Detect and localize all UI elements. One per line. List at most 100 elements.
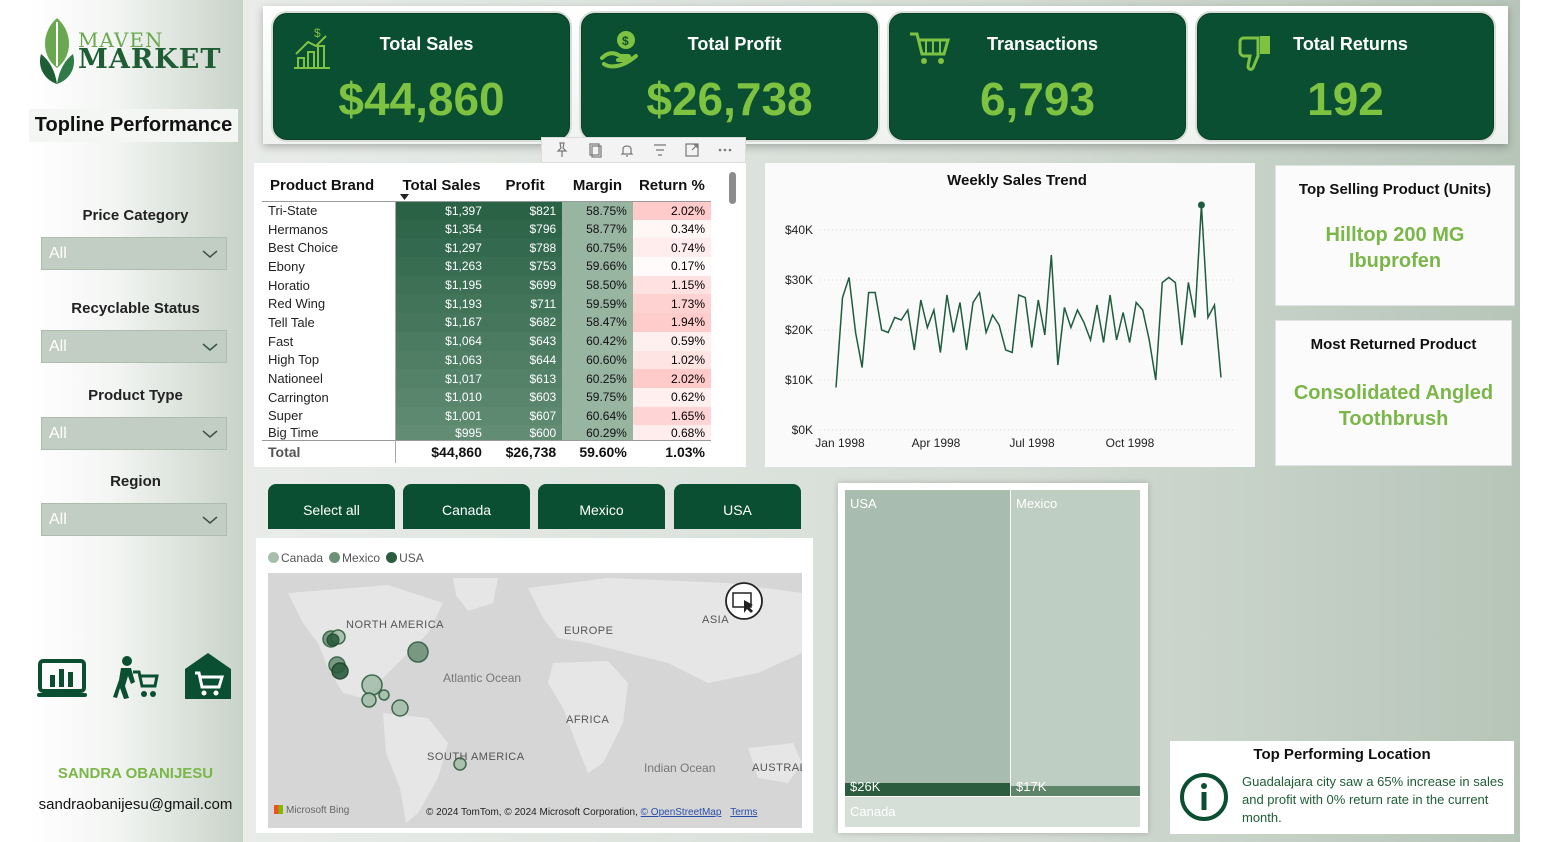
more-options-icon[interactable] bbox=[717, 142, 733, 158]
focus-mode-icon[interactable] bbox=[684, 142, 700, 158]
legend-item-usa[interactable]: USA bbox=[386, 551, 424, 565]
cell-profit: $603 bbox=[487, 387, 563, 407]
table-row[interactable]: Best Choice $1,297 $788 60.75% 0.74% bbox=[262, 238, 711, 258]
cell-return-pct: 1.73% bbox=[632, 294, 711, 314]
cell-brand: Horatio bbox=[262, 275, 396, 295]
cell-total-sales: $1,354 bbox=[395, 219, 488, 239]
y-tick-label: $0K bbox=[792, 423, 813, 437]
cell-brand: Super bbox=[262, 406, 396, 426]
y-tick-label: $10K bbox=[785, 373, 813, 387]
cell-return-pct: 0.17% bbox=[632, 257, 711, 276]
cell-return-pct: 2.02% bbox=[632, 369, 711, 388]
table-row[interactable]: High Top $1,063 $644 60.60% 1.02% bbox=[262, 350, 711, 370]
cell-margin: 58.75% bbox=[562, 201, 633, 220]
table-row[interactable]: Tell Tale $1,167 $682 58.47% 1.94% bbox=[262, 313, 711, 332]
table-row[interactable]: Horatio $1,195 $699 58.50% 1.15% bbox=[262, 275, 711, 295]
world-map[interactable]: NORTH AMERICA EUROPE ASIA AFRICA SOUTH A… bbox=[268, 573, 802, 828]
kpi-card-total-profit: $ Total Profit $26,738 bbox=[581, 13, 878, 140]
region-button-select-all[interactable]: Select all bbox=[268, 484, 395, 529]
cell-return-pct: 0.68% bbox=[632, 425, 711, 441]
lasso-select-icon[interactable] bbox=[724, 581, 764, 621]
table-row[interactable]: Fast $1,064 $643 60.42% 0.59% bbox=[262, 331, 711, 351]
map-label-australia: AUSTRAL bbox=[752, 762, 802, 774]
product-type-dropdown[interactable]: All bbox=[41, 417, 227, 450]
cell-total-sales: $1,195 bbox=[395, 275, 488, 295]
weekly-sales-trend-chart: $0K $10K $20K $30K $40K Jan 1998 Apr 1998 Jul 1… bbox=[785, 201, 1235, 450]
cell-brand: Best Choice bbox=[262, 238, 396, 258]
sort-descending-icon bbox=[400, 193, 410, 200]
map-label-asia: ASIA bbox=[702, 614, 730, 626]
kpi-title: Total Returns bbox=[1293, 34, 1408, 54]
dropdown-value: All bbox=[49, 244, 67, 262]
dropdown-value: All bbox=[49, 424, 67, 442]
info-icon bbox=[1180, 773, 1228, 821]
region-button-canada[interactable]: Canada bbox=[403, 484, 530, 529]
peak-marker[interactable] bbox=[1197, 201, 1205, 209]
table-row[interactable]: Super $1,001 $607 60.64% 1.65% bbox=[262, 406, 711, 426]
pin-icon[interactable] bbox=[554, 142, 570, 158]
cell-total-sales: $1,017 bbox=[395, 369, 488, 388]
map-credit: © 2024 TomTom, © 2024 Microsoft Corporat… bbox=[426, 807, 757, 818]
cell-brand: Nationeel bbox=[262, 369, 396, 388]
treemap-tile-usa[interactable] bbox=[845, 490, 1010, 796]
terms-link[interactable]: Terms bbox=[730, 807, 757, 818]
cell-brand: Ebony bbox=[262, 257, 396, 276]
region-dropdown[interactable]: All bbox=[41, 503, 227, 536]
map-label-atlantic-ocean: Atlantic Ocean bbox=[443, 671, 522, 685]
kpi-value: $26,738 bbox=[646, 73, 813, 125]
top-performing-location-card: Top Performing Location Guadalajara city… bbox=[1170, 741, 1514, 834]
filter-icon[interactable] bbox=[652, 142, 668, 158]
table-row[interactable]: Red Wing $1,193 $711 59.59% 1.73% bbox=[262, 294, 711, 314]
kpi-title: Total Sales bbox=[379, 34, 474, 54]
column-header-return-pct[interactable]: Return % bbox=[632, 171, 711, 202]
price-category-dropdown[interactable]: All bbox=[41, 237, 227, 270]
openstreetmap-link[interactable]: © OpenStreetMap bbox=[641, 807, 722, 818]
table-row[interactable]: Big Time $995 $600 60.29% 0.68% bbox=[262, 425, 711, 441]
cell-margin: 60.64% bbox=[562, 406, 633, 426]
cell-profit: $644 bbox=[487, 350, 563, 370]
kpi-title: Total Profit bbox=[687, 34, 782, 54]
column-header-total-sales[interactable]: Total Sales bbox=[395, 171, 488, 202]
cell-profit: $682 bbox=[487, 313, 563, 332]
cell-profit: $600 bbox=[487, 425, 563, 441]
treemap-label-mexico: Mexico bbox=[1016, 496, 1058, 511]
treemap-tile-mexico[interactable] bbox=[1011, 490, 1140, 796]
legend-item-canada[interactable]: Canada bbox=[268, 551, 323, 565]
cell-return-pct: 0.59% bbox=[632, 331, 711, 351]
column-header-label: Total Sales bbox=[402, 177, 481, 195]
microsoft-logo-icon bbox=[274, 805, 283, 814]
cell-brand: Fast bbox=[262, 331, 396, 351]
column-header-profit[interactable]: Profit bbox=[487, 171, 563, 202]
table-scrollbar[interactable] bbox=[729, 172, 736, 204]
cell-profit: $699 bbox=[487, 275, 563, 295]
y-tick-label: $40K bbox=[785, 223, 813, 237]
total-value: 59.60% bbox=[562, 440, 633, 463]
table-row[interactable]: Carrington $1,010 $603 59.75% 0.62% bbox=[262, 387, 711, 407]
region-button-mexico[interactable]: Mexico bbox=[538, 484, 665, 529]
treemap-value-usa: $26K bbox=[850, 779, 881, 794]
copy-icon[interactable] bbox=[587, 142, 603, 158]
region-button-usa[interactable]: USA bbox=[674, 484, 801, 529]
table-row[interactable]: Tri-State $1,397 $821 58.75% 2.02% bbox=[262, 201, 711, 220]
table-row[interactable]: Hermanos $1,354 $796 58.77% 0.34% bbox=[262, 219, 711, 239]
bell-icon[interactable] bbox=[619, 142, 635, 158]
cell-profit: $643 bbox=[487, 331, 563, 351]
cell-profit: $753 bbox=[487, 257, 563, 276]
table-row[interactable]: Ebony $1,263 $753 59.66% 0.17% bbox=[262, 257, 711, 276]
recyclable-status-dropdown[interactable]: All bbox=[41, 330, 227, 363]
bar-chart-icon[interactable] bbox=[37, 658, 87, 700]
filter-label-recyclable-status: Recyclable Status bbox=[71, 300, 200, 317]
table-row[interactable]: Nationeel $1,017 $613 60.25% 2.02% bbox=[262, 369, 711, 388]
sales-trend-line bbox=[835, 204, 1222, 388]
filter-label-price-category: Price Category bbox=[82, 207, 189, 224]
store-icon[interactable] bbox=[183, 651, 233, 701]
legend-label: USA bbox=[399, 551, 424, 565]
legend-item-mexico[interactable]: Mexico bbox=[329, 551, 380, 565]
column-header-product-brand[interactable]: Product Brand bbox=[262, 171, 396, 202]
column-header-margin[interactable]: Margin bbox=[562, 171, 633, 202]
filter-label-region: Region bbox=[110, 473, 161, 490]
visual-toolbar bbox=[541, 137, 746, 163]
card-value-line2: Ibuprofen bbox=[1348, 250, 1442, 272]
shopping-cart-person-icon[interactable] bbox=[111, 654, 159, 702]
legend-label: Mexico bbox=[342, 551, 381, 565]
